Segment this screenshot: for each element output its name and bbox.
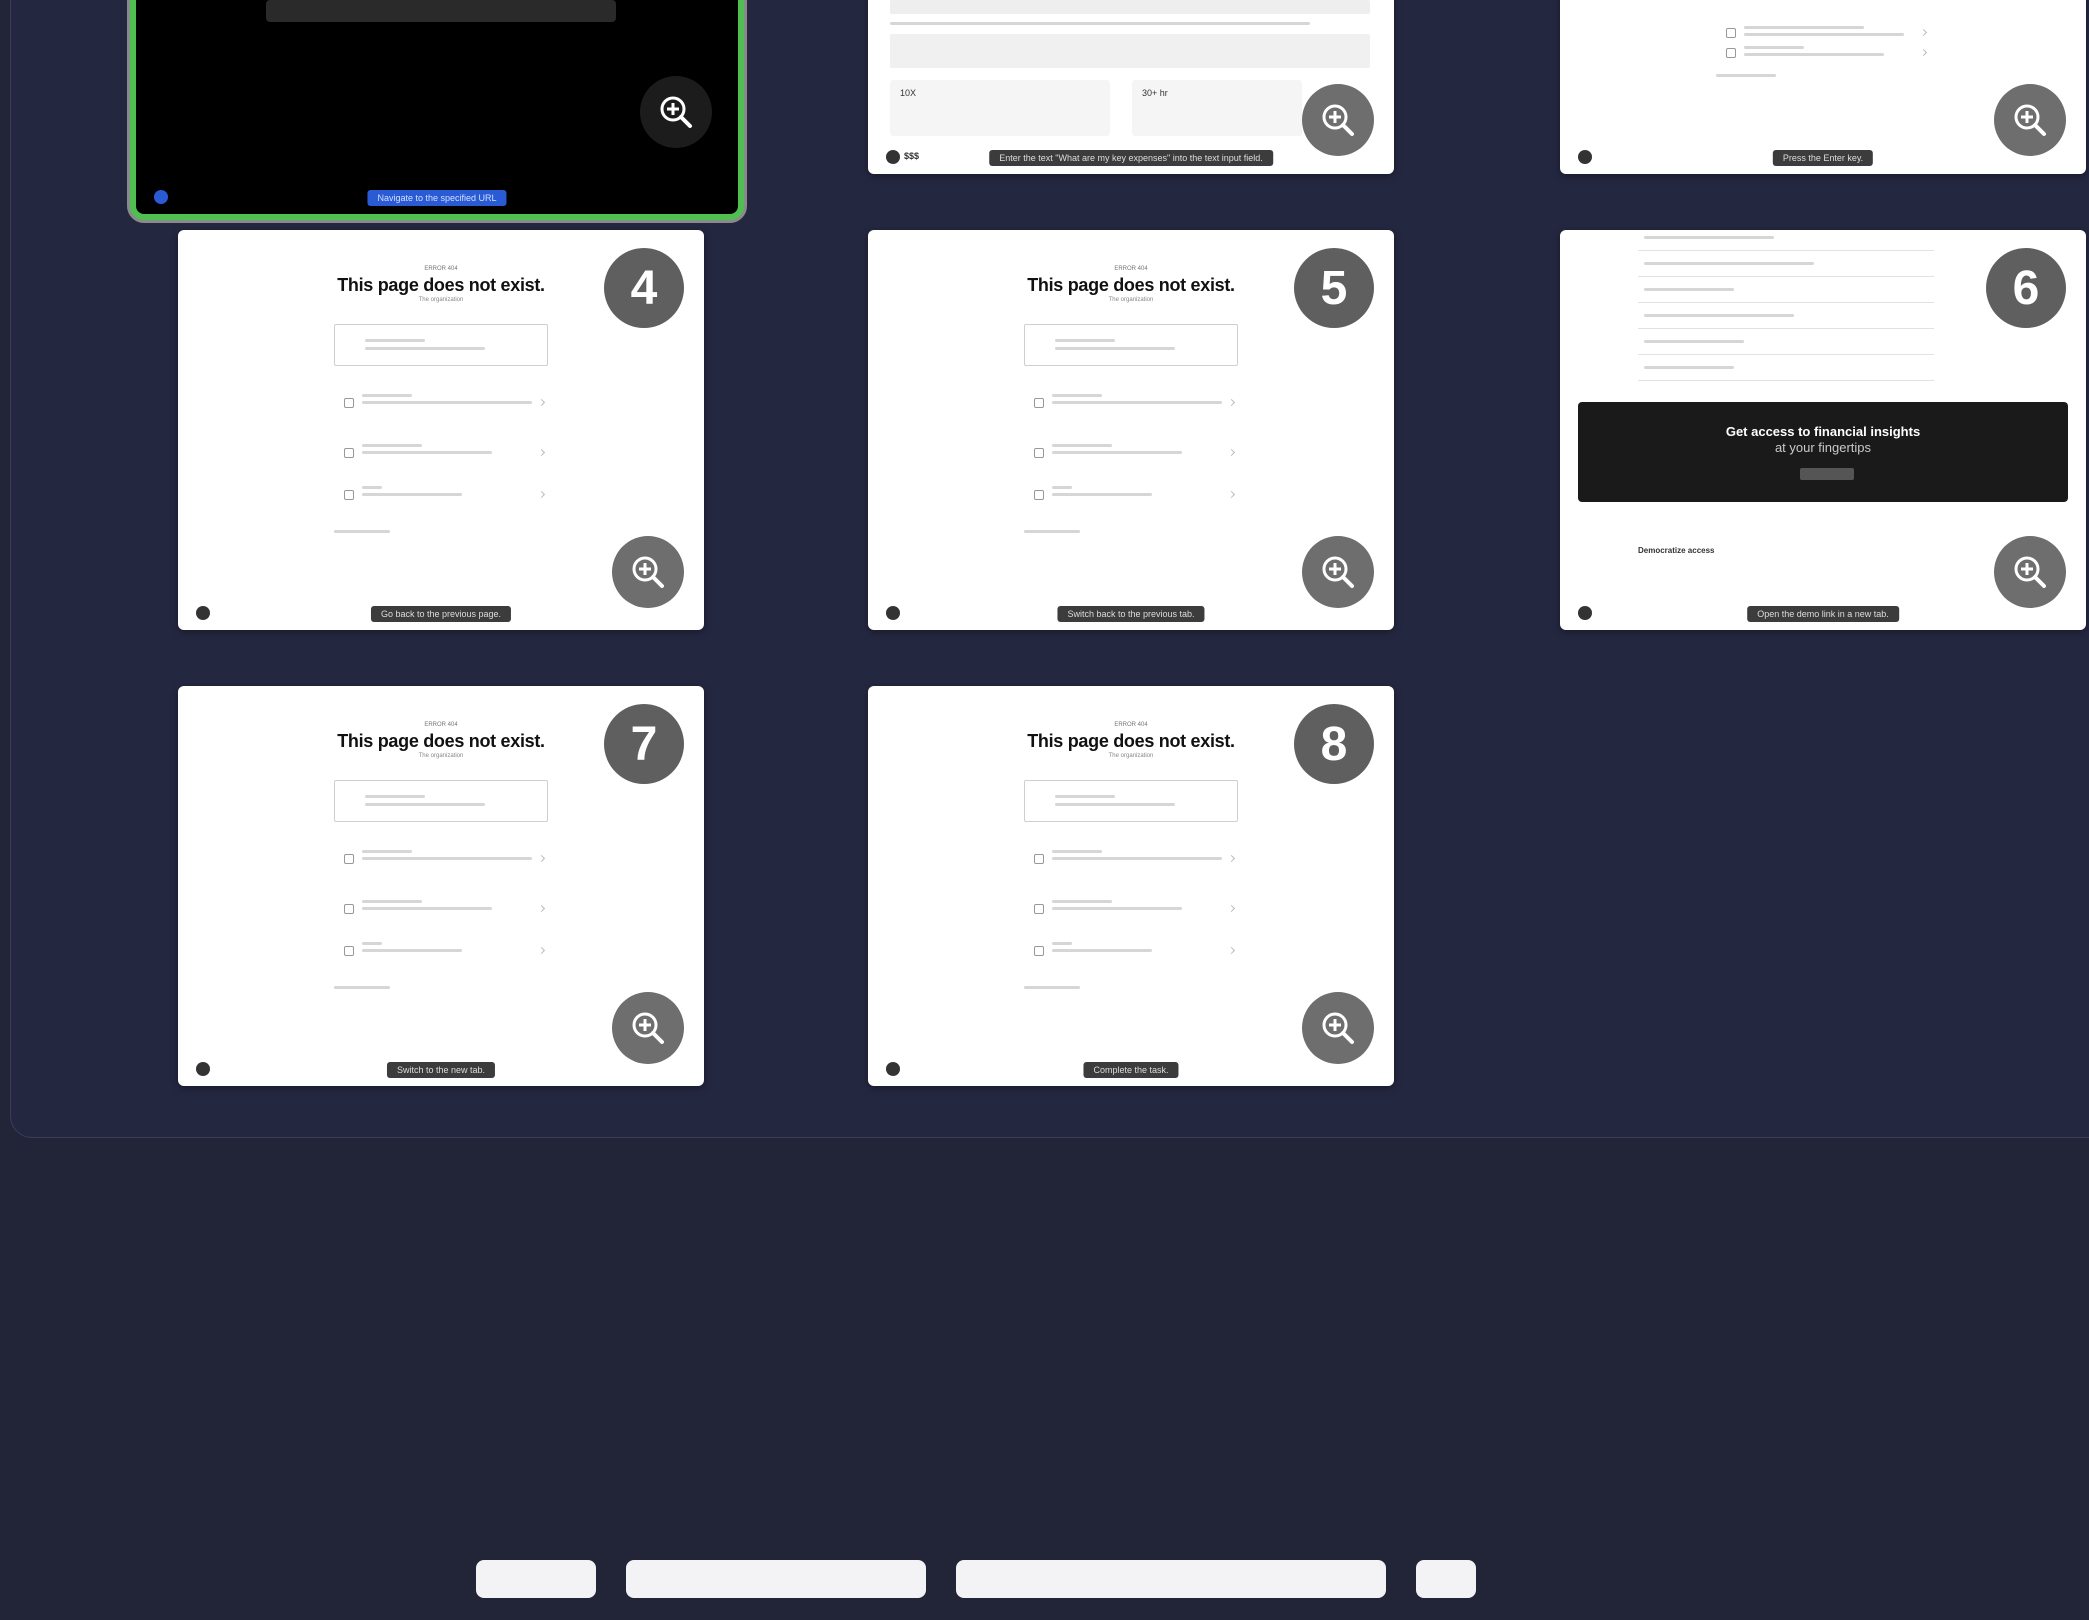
step-caption: Navigate to the specified URL [367,190,507,206]
zoom-button[interactable] [1994,536,2066,608]
info-icon [886,1062,900,1076]
list-item [1034,486,1236,510]
list-item [344,444,546,468]
go-back-link [1024,986,1080,989]
zoom-in-icon [2014,556,2046,588]
info-icon [154,190,168,204]
step-card-7[interactable]: ERROR 404 This page does not exist. The … [178,686,704,1086]
list-item [1034,850,1236,874]
zoom-in-icon [1322,1012,1354,1044]
go-back-link [1716,74,1776,77]
info-icon [1578,606,1592,620]
step-caption: Switch to the new tab. [386,1062,496,1078]
go-back-link [334,530,390,533]
step-caption: Open the demo link in a new tab. [1747,606,1899,622]
stat-value: 30+ hr [1142,88,1168,98]
list-item [1726,44,1928,68]
step-card-2[interactable]: 10X 30+ hr $$$ Enter the text "What are … [868,0,1394,174]
info-icon [886,606,900,620]
step-card-6[interactable]: Get access to financial insights at your… [1560,230,2086,630]
list-item [344,900,546,924]
info-icon [196,1062,210,1076]
list-item [344,850,546,874]
faq-item [1638,282,1934,303]
stat-card-b: 30+ hr [1132,80,1302,136]
url-bar [266,0,616,22]
step-caption: Enter the text "What are my key expenses… [989,150,1273,166]
cta-banner: Get access to financial insights at your… [1578,402,2068,502]
banner-title: Get access to financial insights [1725,424,1921,439]
stat-card-a: 10X [890,80,1110,136]
list-item [1034,394,1236,418]
zoom-button[interactable] [1302,84,1374,156]
register-box [334,324,548,366]
section-heading-cropped [476,1560,1576,1620]
zoom-button[interactable] [640,76,712,148]
step-number-badge: 6 [1986,248,2066,328]
register-box [1024,780,1238,822]
register-box [334,780,548,822]
go-back-link [334,986,390,989]
register-box [1024,324,1238,366]
banner-button[interactable] [1800,468,1854,480]
zoom-in-icon [632,556,664,588]
chat-message [890,0,1370,14]
step-caption: Press the Enter key. [1772,150,1874,166]
step-caption: Switch back to the previous tab. [1057,606,1205,622]
step-number-badge: 4 [604,248,684,328]
zoom-in-icon [660,96,692,128]
zoom-in-icon [2014,104,2046,136]
list-item [1034,900,1236,924]
chat-text [890,22,1310,25]
step-card-4[interactable]: ERROR 404 This page does not exist. The … [178,230,704,630]
zoom-button[interactable] [612,992,684,1064]
faq-item [1638,256,1934,277]
zoom-button[interactable] [612,536,684,608]
info-icon [886,150,900,164]
faq-item [1638,230,1934,251]
faq-item [1638,334,1934,355]
info-icon [196,606,210,620]
faq-item [1638,360,1934,381]
price-label: $$$ [904,151,920,161]
step-caption: Complete the task. [1083,1062,1179,1078]
list-item [344,394,546,418]
go-back-link [1024,530,1080,533]
stat-value: 10X [900,88,917,98]
info-icon [1578,150,1592,164]
zoom-button[interactable] [1994,84,2066,156]
list-item [344,942,546,966]
zoom-in-icon [632,1012,664,1044]
list-item [344,486,546,510]
footer-title: Democratize access [1638,546,1715,555]
step-caption: Go back to the previous page. [370,606,512,622]
step-number-badge: 5 [1294,248,1374,328]
step-card-3[interactable]: Press the Enter key. [1560,0,2086,174]
step-card-8[interactable]: ERROR 404 This page does not exist. The … [868,686,1394,1086]
zoom-in-icon [1322,104,1354,136]
chat-input [890,34,1370,68]
step-card-5[interactable]: ERROR 404 This page does not exist. The … [868,230,1394,630]
step-number-badge: 7 [604,704,684,784]
faq-item [1638,308,1934,329]
zoom-in-icon [1322,556,1354,588]
zoom-button[interactable] [1302,992,1374,1064]
banner-subtitle: at your fingertips [1774,440,1872,455]
list-item [1034,942,1236,966]
list-item [1034,444,1236,468]
step-card-1[interactable]: Navigate to the specified URL [130,0,744,220]
step-number-badge: 8 [1294,704,1374,784]
zoom-button[interactable] [1302,536,1374,608]
